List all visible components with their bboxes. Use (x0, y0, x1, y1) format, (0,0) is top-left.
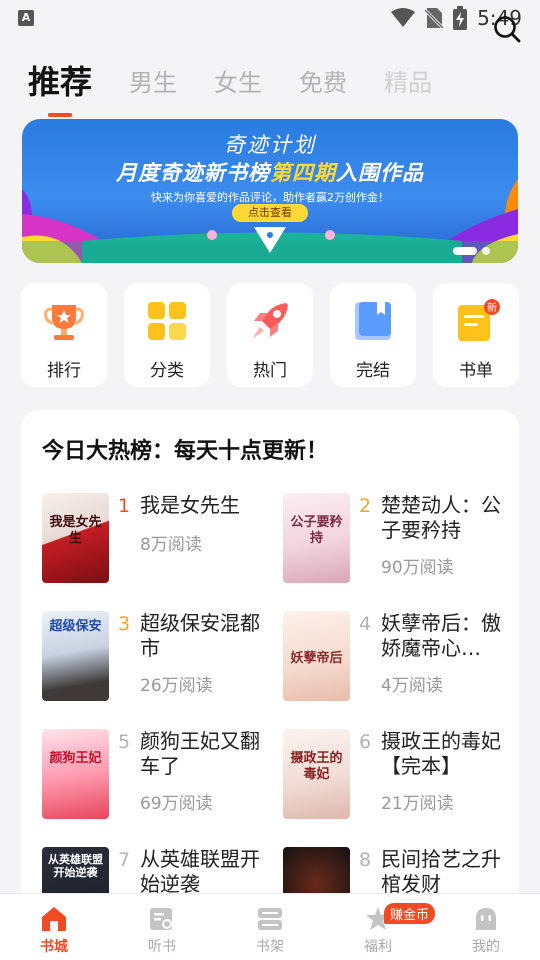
tab-recommend[interactable]: 推荐 (28, 57, 92, 117)
book-cover: 颜狗王妃 (42, 729, 109, 819)
nav-bookshelf[interactable]: 书架 (216, 894, 324, 960)
quick-entry-label: 完结 (356, 361, 390, 381)
app-notification-icon: A (18, 10, 34, 26)
hot-ranking-card: 今日大热榜：每天十点更新！ 我是女先生 1 我是女先生 8万阅读 公子要矜持 2… (21, 410, 519, 960)
book-cover: 公子要矜持 (283, 493, 350, 583)
nav-label: 书城 (40, 939, 68, 955)
book-reads: 26万阅读 (140, 676, 213, 696)
book-item[interactable]: 公子要矜持 2 楚楚动人：公子要矜持 90万阅读 (283, 493, 513, 585)
rank-number: 2 (359, 495, 372, 517)
promo-banner[interactable]: 奇迹计划 月度奇迹新书榜第四期入围作品 快来为你喜爱的作品评论，助作者赢2万创作… (22, 119, 518, 263)
audiobook-icon (150, 908, 172, 930)
tab-premium[interactable]: 精品 (384, 63, 432, 98)
quick-entry-label: 书单 (459, 361, 493, 381)
rank-number: 4 (359, 613, 372, 635)
book-reads: 8万阅读 (140, 535, 202, 555)
tab-female[interactable]: 女生 (214, 63, 262, 98)
rank-number: 8 (359, 849, 372, 871)
rocket-icon (252, 303, 288, 339)
book-reads: 69万阅读 (140, 794, 213, 814)
carousel-indicator (453, 247, 490, 255)
book-title: 超级保安混都市 (140, 611, 260, 660)
quick-entry-label: 热门 (253, 361, 287, 381)
nav-audio[interactable]: 听书 (108, 894, 216, 960)
book-reads: 90万阅读 (381, 558, 454, 578)
book-title: 颜狗王妃又翻车了 (140, 729, 260, 778)
booklist-icon: 新 (458, 299, 500, 341)
book-title: 我是女先生 (140, 493, 240, 517)
category-grid-icon (148, 302, 186, 340)
new-badge: 新 (487, 301, 497, 314)
status-bar: A 5:49 (0, 0, 540, 36)
wifi-icon (391, 8, 416, 27)
tab-male[interactable]: 男生 (129, 63, 177, 98)
quick-entry-ranking[interactable]: 排行 (21, 283, 107, 387)
book-reads: 4万阅读 (381, 676, 443, 696)
carousel-dot-active (453, 247, 477, 255)
bookshelf-icon (258, 908, 282, 930)
book-cover: 摄政王的毒妃 (283, 729, 350, 819)
rank-number: 7 (118, 849, 131, 871)
book-item[interactable]: 我是女先生 1 我是女先生 8万阅读 (42, 493, 272, 585)
nav-label: 听书 (148, 939, 176, 955)
banner-campaign-title: 奇迹计划 (224, 133, 316, 157)
book-cover: 超级保安 (42, 611, 109, 701)
quick-entry-label: 排行 (47, 361, 81, 381)
book-title: 民间拾艺之升棺发财 (381, 847, 501, 896)
tab-free[interactable]: 免费 (299, 63, 347, 98)
bottom-nav: 书城 听书 书架 福利 赚金币 我的 (0, 893, 540, 960)
book-item[interactable]: 超级保安 3 超级保安混都市 26万阅读 (42, 611, 272, 703)
battery-charging-icon (453, 6, 468, 30)
banner-view-button[interactable]: 点击查看 (232, 204, 308, 222)
book-title: 楚楚动人：公子要矜持 (381, 493, 501, 542)
carousel-dot (482, 247, 490, 255)
book-item[interactable]: 摄政王的毒妃 6 摄政王的毒妃【完本】 21万阅读 (283, 729, 513, 821)
nav-profile[interactable]: 我的 (432, 894, 540, 960)
nav-bookstore[interactable]: 书城 (0, 894, 108, 960)
search-icon[interactable] (492, 14, 522, 44)
book-cover: 妖孽帝后 (283, 611, 350, 701)
earn-coins-badge: 赚金币 (384, 903, 436, 924)
finished-book-icon (355, 302, 391, 340)
rank-number: 6 (359, 731, 372, 753)
nav-label: 书架 (256, 939, 284, 955)
book-item[interactable]: 颜狗王妃 5 颜狗王妃又翻车了 69万阅读 (42, 729, 272, 821)
quick-entry-category[interactable]: 分类 (124, 283, 210, 387)
book-title: 从英雄联盟开始逆袭 (140, 847, 260, 896)
quick-entry-row: 排行 分类 热门 完结 新 书单 (21, 283, 519, 387)
nav-label: 福利 (364, 939, 392, 955)
nav-welfare[interactable]: 福利 赚金币 (324, 894, 436, 960)
rank-number: 3 (118, 613, 131, 635)
quick-entry-label: 分类 (150, 361, 184, 381)
quick-entry-booklist[interactable]: 新 书单 (433, 283, 519, 387)
banner-headline: 月度奇迹新书榜第四期入围作品 (116, 161, 424, 185)
profile-icon (476, 908, 496, 930)
quick-entry-hot[interactable]: 热门 (227, 283, 313, 387)
trophy-icon (44, 305, 84, 340)
quick-entry-finished[interactable]: 完结 (330, 283, 416, 387)
book-cover: 我是女先生 (42, 493, 109, 583)
rank-number: 1 (118, 495, 131, 517)
book-title: 妖孽帝后：傲娇魔帝心… (381, 611, 501, 660)
ranking-title: 今日大热榜：每天十点更新！ (42, 439, 329, 464)
book-title: 摄政王的毒妃【完本】 (381, 729, 501, 778)
home-icon (42, 907, 66, 931)
no-sim-icon (425, 8, 444, 29)
book-item[interactable]: 妖孽帝后 4 妖孽帝后：傲娇魔帝心… 4万阅读 (283, 611, 513, 703)
rank-number: 5 (118, 731, 131, 753)
book-reads: 21万阅读 (381, 794, 454, 814)
category-tabs: 推荐 男生 女生 免费 精品 (0, 52, 540, 117)
nav-label: 我的 (472, 939, 500, 955)
banner-subtitle: 快来为你喜爱的作品评论，助作者赢2万创作金！ (151, 191, 389, 204)
